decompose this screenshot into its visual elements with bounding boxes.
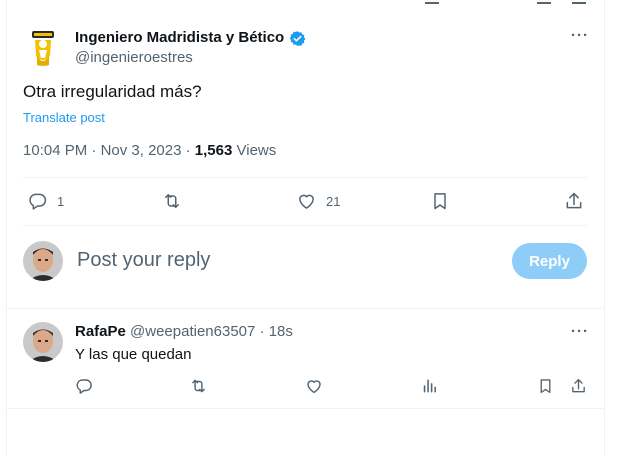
repost-action-button[interactable] [189, 377, 208, 395]
author-avatar[interactable] [23, 26, 63, 66]
analytics-icon [421, 377, 438, 395]
current-user-avatar[interactable] [23, 241, 63, 281]
reply-author-avatar[interactable] [23, 322, 63, 362]
reply-input[interactable]: Post your reply [77, 249, 210, 272]
translate-post-link[interactable]: Translate post [23, 110, 105, 125]
bookmark-icon[interactable] [537, 0, 551, 4]
share-icon [564, 191, 584, 211]
separator-dot: · [185, 142, 195, 159]
like-action-button[interactable]: 21 [296, 191, 340, 211]
author-name[interactable]: Ingeniero Madridista y Bético [75, 29, 284, 46]
views-count: 1,563 [194, 142, 233, 159]
share-icon[interactable] [572, 0, 586, 4]
reply-author-handle[interactable]: @weepatien63507 [130, 323, 255, 340]
column-border-left [6, 0, 7, 456]
post-detail-page: Ingeniero Madridista y Bético @ingeniero… [0, 0, 622, 456]
reply-author-name[interactable]: RafaPe [75, 323, 126, 340]
divider [6, 308, 605, 309]
views-label: Views [236, 142, 277, 159]
separator-dot: · [259, 323, 265, 340]
more-icon[interactable]: ··· [571, 27, 589, 44]
reply-time[interactable]: 18s [269, 323, 293, 340]
post-date[interactable]: Nov 3, 2023 [101, 142, 182, 159]
share-action-button[interactable] [570, 377, 587, 395]
verified-badge-icon [289, 30, 306, 47]
reply-button[interactable]: Reply [512, 243, 587, 279]
repost-icon [189, 377, 208, 395]
share-action-button[interactable] [564, 191, 584, 211]
post-metadata: 10:04 PM · Nov 3, 2023 · 1,563 Views [23, 142, 276, 159]
column-border-right [604, 0, 605, 456]
post-text: Otra irregularidad más? [23, 82, 202, 101]
like-count: 21 [326, 193, 341, 209]
heart-icon [305, 377, 323, 395]
repost-action-button[interactable] [161, 191, 183, 211]
views-action-button[interactable] [421, 377, 438, 395]
post-time[interactable]: 10:04 PM [23, 142, 87, 159]
reply-action-button[interactable] [75, 377, 93, 395]
reply-icon [75, 377, 93, 395]
share-icon [570, 377, 587, 395]
bookmark-action-button[interactable] [537, 377, 554, 395]
bookmark-icon[interactable] [425, 0, 439, 4]
heart-icon [296, 191, 317, 211]
author-handle[interactable]: @ingenieroestres [75, 49, 193, 66]
reply-action-button[interactable]: 1 [27, 191, 64, 211]
more-icon[interactable]: ··· [571, 323, 589, 340]
divider [23, 177, 587, 178]
bookmark-action-button[interactable] [430, 191, 450, 211]
repost-icon [161, 191, 183, 211]
reply-count: 1 [57, 193, 65, 209]
bookmark-icon [537, 377, 554, 395]
divider [6, 408, 605, 409]
reply-text: Y las que quedan [75, 346, 192, 363]
bookmark-icon [430, 191, 450, 211]
reply-icon [27, 191, 48, 211]
reply-header: RafaPe @weepatien63507 · 18s [75, 323, 293, 340]
divider [23, 225, 587, 226]
separator-dot: · [91, 142, 101, 159]
like-action-button[interactable] [305, 377, 323, 395]
